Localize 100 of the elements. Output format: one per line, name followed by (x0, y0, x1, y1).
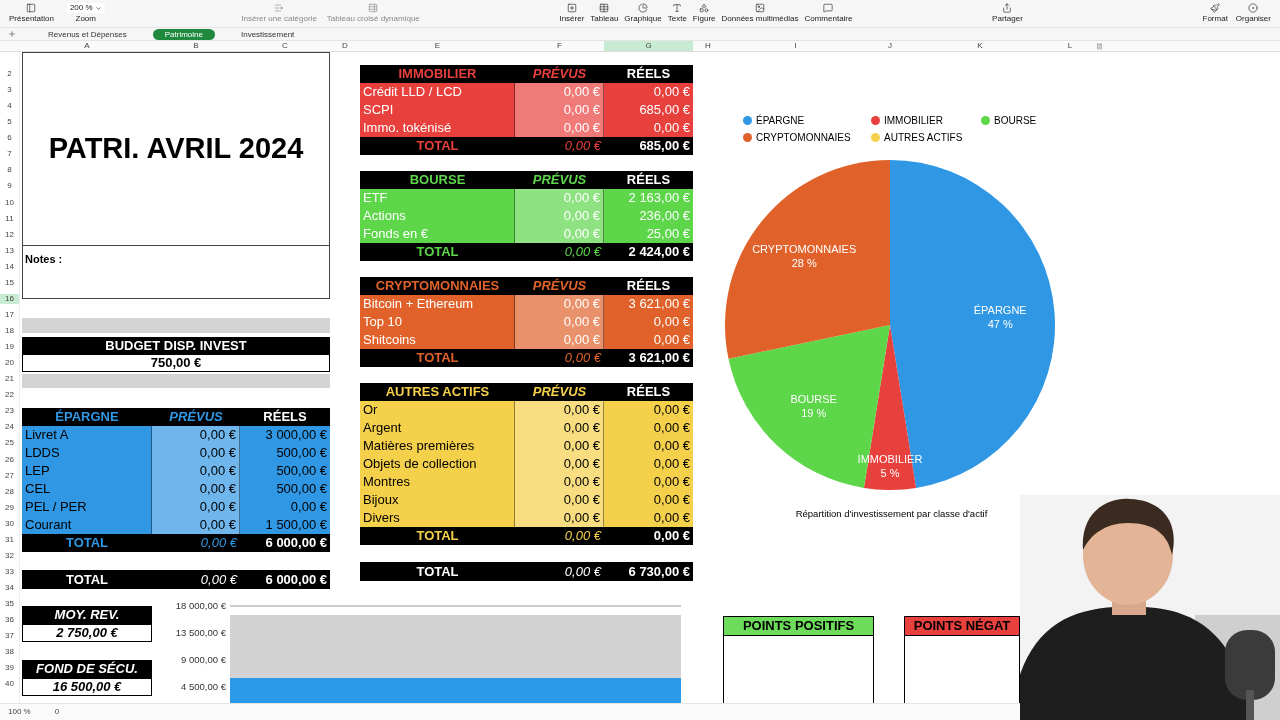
toolbar-button[interactable]: Tableau (587, 3, 622, 24)
row-header[interactable]: 27 (0, 470, 19, 481)
table-cell: Bijoux (360, 491, 515, 509)
row-header[interactable]: 2 (0, 69, 19, 80)
table-cell: 500,00 € (240, 462, 330, 480)
row-header[interactable]: 10 (0, 197, 19, 208)
table-cell-text: 0,00 € (199, 571, 239, 589)
row-header[interactable]: 3 (0, 85, 19, 96)
table-cell: LDDS (22, 444, 152, 462)
tool-icon (274, 3, 285, 13)
row-header[interactable]: 25 (0, 438, 19, 449)
row-header[interactable]: 4 (0, 101, 19, 112)
toolbar-button[interactable]: Graphique (621, 3, 665, 24)
row-header[interactable]: 21 (0, 374, 19, 385)
toolbar-button[interactable]: Commentaire (801, 3, 856, 24)
table-cell: 500,00 € (240, 444, 330, 462)
table-cell: 236,00 € (604, 207, 693, 225)
row-header[interactable]: 19 (0, 342, 19, 353)
column-header[interactable]: I (723, 41, 868, 51)
table-cell-text: TOTAL (415, 243, 460, 261)
column-heading: RÉELS (625, 65, 672, 83)
toolbar-button[interactable]: Insérer (556, 3, 588, 24)
table-cell: PEL / PER (22, 498, 152, 516)
column-header[interactable]: C (240, 41, 330, 51)
row-header[interactable]: 11 (0, 213, 19, 224)
table-cell: Immo. tokénisé (360, 119, 515, 137)
sheet-title: PATRI. AVRIL 2024 (48, 131, 304, 167)
toolbar-button[interactable]: Organiser (1232, 3, 1274, 24)
row-header[interactable]: 30 (0, 518, 19, 529)
row-header[interactable]: 31 (0, 534, 19, 545)
row-header[interactable]: 23 (0, 406, 19, 417)
table-cell-text: 2 424,00 € (627, 243, 691, 261)
table-cell: 685,00 € (604, 101, 693, 119)
row-header[interactable]: 39 (0, 663, 19, 674)
toolbar-button[interactable]: Présentation (6, 3, 57, 24)
row-header[interactable]: 40 (0, 679, 19, 690)
table-cell-text: TOTAL (415, 563, 460, 581)
column-heading: PRÉVUS (531, 65, 588, 83)
toolbar-button[interactable]: Format (1199, 3, 1231, 24)
row-header[interactable]: 32 (0, 550, 19, 561)
row-header[interactable]: 16 (0, 293, 19, 304)
row-header[interactable]: 9 (0, 181, 19, 192)
row-header[interactable]: 28 (0, 486, 19, 497)
zoom-dropdown[interactable]: 200 % (66, 3, 105, 13)
slice-label: CRYPTOMONNAIES 28 % (752, 243, 857, 270)
row-header[interactable]: 36 (0, 615, 19, 626)
row-header[interactable]: 15 (0, 277, 19, 288)
table-cell: 0,00 € (515, 83, 604, 101)
toolbar-button[interactable]: Partager (989, 3, 1026, 24)
row-header[interactable]: 18 (0, 326, 19, 337)
table-cell: Actions (360, 207, 515, 225)
toolbar-button[interactable]: Figure (689, 3, 719, 24)
row-header[interactable]: 38 (0, 647, 19, 658)
sheet-tab[interactable]: Investissement (228, 28, 307, 40)
table-cell: 0,00 € (515, 119, 604, 137)
sheet-tab[interactable]: Revenus et Dépenses (36, 28, 139, 40)
column-handle-icon[interactable] (1096, 42, 1103, 50)
column-header[interactable]: E (360, 41, 515, 51)
row-header[interactable]: 24 (0, 422, 19, 433)
section-title: AUTRES ACTIFS (384, 383, 491, 401)
table-cell: Shitcoins (360, 331, 515, 349)
table-cell: 500,00 € (240, 480, 330, 498)
column-header[interactable]: K (912, 41, 1048, 51)
sheet-tab[interactable]: Patrimoine (152, 28, 215, 40)
column-heading: RÉELS (262, 408, 308, 426)
column-header[interactable]: J (868, 41, 912, 51)
row-header[interactable]: 17 (0, 309, 19, 320)
row-header[interactable]: 20 (0, 358, 19, 369)
row-header[interactable]: 8 (0, 165, 19, 176)
row-header[interactable]: 35 (0, 599, 19, 610)
table-cell-text: 6 000,00 € (264, 571, 328, 589)
toolbar-button[interactable]: Données multimédias (718, 3, 802, 24)
toolbar-button[interactable]: Texte (664, 3, 690, 24)
column-header[interactable]: L (1048, 41, 1092, 51)
column-header[interactable]: F (515, 41, 604, 51)
row-header[interactable]: 14 (0, 261, 19, 272)
row-header[interactable]: 34 (0, 583, 19, 594)
column-header[interactable]: D (330, 41, 360, 51)
row-header[interactable]: 5 (0, 117, 19, 128)
row-header[interactable]: 13 (0, 245, 19, 256)
row-header[interactable]: 22 (0, 390, 19, 401)
column-header[interactable]: B (152, 41, 240, 51)
table-cell: Bitcoin + Ethereum (360, 295, 515, 313)
row-header[interactable]: 26 (0, 454, 19, 465)
row-header[interactable]: 33 (0, 566, 19, 577)
row-header[interactable]: 29 (0, 502, 19, 513)
legend-label: ÉPARGNE (756, 113, 805, 128)
column-header[interactable]: A (22, 41, 152, 51)
row-header[interactable]: 7 (0, 149, 19, 160)
add-sheet-icon[interactable] (8, 30, 16, 38)
table-cell-text: TOTAL (415, 349, 460, 367)
row-header[interactable]: 37 (0, 631, 19, 642)
row-header[interactable]: 12 (0, 229, 19, 240)
row-header[interactable]: 6 (0, 133, 19, 144)
column-heading: PRÉVUS (531, 277, 588, 295)
caret-icon (94, 4, 102, 12)
column-header[interactable]: H (693, 41, 723, 51)
table-cell: 0,00 € (604, 455, 693, 473)
table-cell-text: TOTAL (64, 571, 110, 589)
column-header[interactable]: G (604, 41, 693, 51)
